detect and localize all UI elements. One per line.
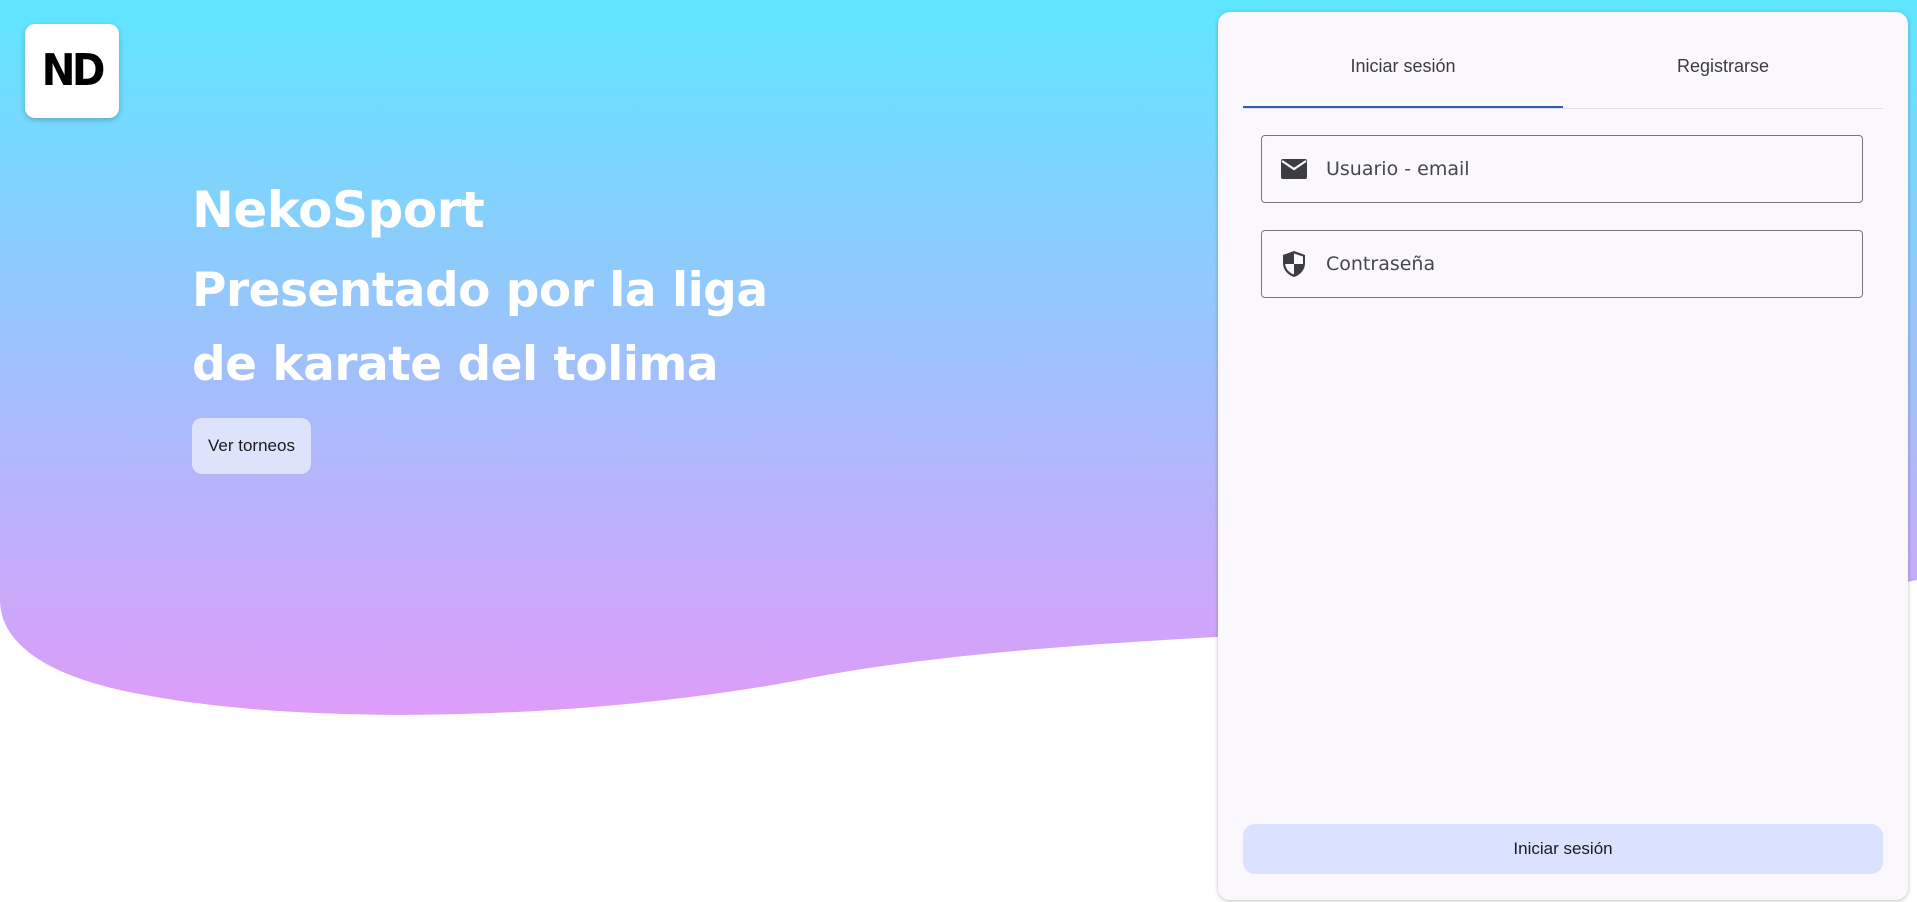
user-email-input[interactable] (1326, 139, 1846, 199)
tab-register[interactable]: Registrarse (1563, 38, 1883, 108)
view-tournaments-button[interactable]: Ver torneos (192, 418, 311, 474)
hero-content: NekoSport Presentado por la liga de kara… (192, 180, 892, 474)
password-input[interactable] (1326, 234, 1846, 294)
user-email-field[interactable] (1261, 135, 1863, 203)
shield-icon (1262, 230, 1326, 298)
auth-panel: Iniciar sesión Registrarse Usuario - ema… (1218, 12, 1908, 900)
login-submit-button[interactable]: Iniciar sesión (1243, 824, 1883, 874)
logo-mark: ND (41, 45, 106, 96)
email-icon (1262, 135, 1326, 203)
auth-tabs: Iniciar sesión Registrarse (1243, 38, 1883, 109)
app-logo[interactable]: ND (25, 24, 119, 118)
tab-login-label: Iniciar sesión (1350, 56, 1456, 76)
tab-register-label: Registrarse (1676, 56, 1770, 76)
login-page: ND NekoSport Presentado por la liga de k… (0, 0, 1917, 902)
tab-login[interactable]: Iniciar sesión (1243, 38, 1563, 108)
brand-title: NekoSport (192, 181, 485, 239)
hero-headline: Presentado por la liga de karate del tol… (192, 263, 768, 392)
password-field[interactable] (1261, 230, 1863, 298)
